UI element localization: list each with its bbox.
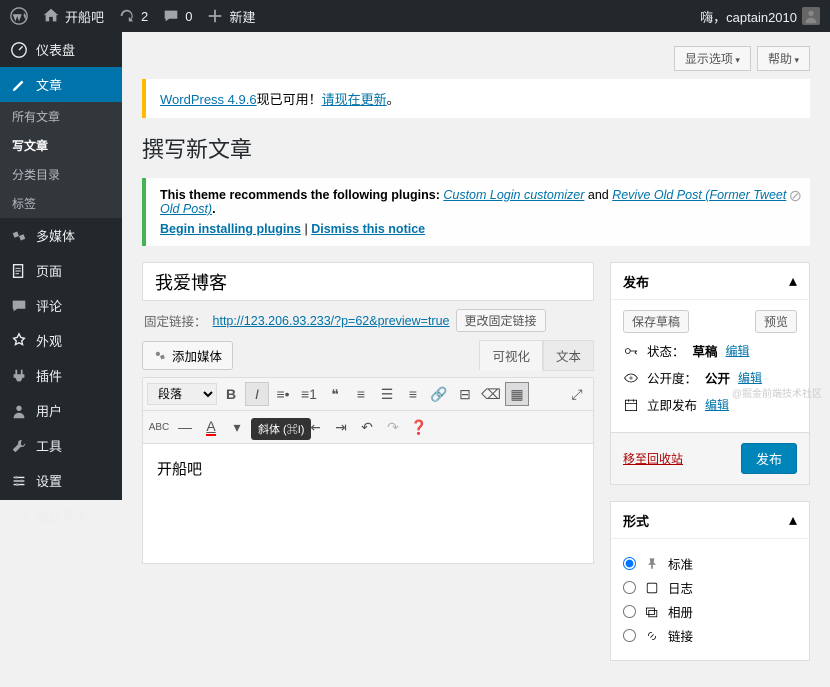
dismiss-notice-link[interactable]: Dismiss this notice: [311, 222, 425, 236]
quote-icon[interactable]: ❝: [323, 382, 347, 406]
menu-plugins[interactable]: 插件: [0, 358, 122, 393]
key-icon: [623, 343, 639, 359]
menu-users[interactable]: 用户: [0, 393, 122, 428]
admin-sidebar: 仪表盘 文章 所有文章 写文章 分类目录 标签 多媒体 页面 评论 外观 插件 …: [0, 32, 122, 500]
watermark: @掘金前端技术社区: [732, 385, 822, 400]
format-aside-radio[interactable]: [623, 581, 636, 594]
number-list-icon[interactable]: ≡1: [297, 382, 321, 406]
menu-pages[interactable]: 页面: [0, 253, 122, 288]
preview-btn[interactable]: 预览: [755, 310, 797, 333]
eye-icon: [623, 370, 639, 386]
menu-media[interactable]: 多媒体: [0, 218, 122, 253]
edit-schedule-link[interactable]: 编辑: [705, 396, 729, 413]
edit-status-link[interactable]: 编辑: [726, 342, 750, 359]
bold-icon[interactable]: B: [219, 382, 243, 406]
menu-comments[interactable]: 评论: [0, 288, 122, 323]
submenu-categories[interactable]: 分类目录: [0, 160, 122, 189]
submenu-all-posts[interactable]: 所有文章: [0, 102, 122, 131]
publish-box: 发布▴ 保存草稿 预览 状态： 草稿 编辑 公开度： 公开 编辑 立即发布 编辑…: [610, 262, 810, 485]
help-btn[interactable]: 帮助: [757, 46, 810, 71]
link-icon[interactable]: 🔗: [427, 382, 451, 406]
new-label: 新建: [229, 7, 255, 26]
pin-icon: [644, 556, 660, 572]
gallery-icon: [644, 604, 660, 620]
clear-format-icon[interactable]: ⌫: [479, 382, 503, 406]
strike-icon[interactable]: ABC: [147, 415, 171, 439]
indent-icon[interactable]: ⇥: [329, 415, 353, 439]
publish-btn[interactable]: 发布: [741, 443, 797, 474]
italic-tooltip: 斜体 (⌘I): [251, 418, 311, 440]
page-title: 撰写新文章: [142, 132, 810, 164]
posts-submenu: 所有文章 写文章 分类目录 标签: [0, 102, 122, 218]
post-title-input[interactable]: [142, 262, 594, 301]
begin-install-link[interactable]: Begin installing plugins: [160, 222, 301, 236]
chevron-up-icon: ▴: [789, 510, 797, 530]
wp-version-link[interactable]: WordPress 4.9.6: [160, 92, 257, 107]
help-icon[interactable]: ❓: [407, 415, 431, 439]
edit-visibility-link[interactable]: 编辑: [738, 369, 762, 386]
menu-collapse[interactable]: 收起菜单: [0, 498, 122, 533]
comments-count: 0: [185, 9, 192, 24]
submenu-tags[interactable]: 标签: [0, 189, 122, 218]
format-standard-radio[interactable]: [623, 557, 636, 570]
more-icon[interactable]: ⊟: [453, 382, 477, 406]
wordpress-logo[interactable]: [10, 7, 28, 25]
textcolor-picker-icon[interactable]: ▾: [225, 415, 249, 439]
format-box-toggle[interactable]: 形式▴: [611, 502, 809, 539]
fullscreen-icon[interactable]: ⤢: [565, 382, 589, 406]
editor-toolbar: 段落 B I ≡• ≡1 ❝ ≡ ☰ ≡ 🔗 ⊟ ⌫ ▦ ⤢: [142, 377, 594, 411]
bullet-list-icon[interactable]: ≡•: [271, 382, 295, 406]
menu-tools[interactable]: 工具: [0, 428, 122, 463]
edit-permalink-btn[interactable]: 更改固定链接: [456, 309, 546, 332]
dismiss-icon[interactable]: ⊘: [789, 186, 802, 206]
align-center-icon[interactable]: ☰: [375, 382, 399, 406]
textcolor-icon[interactable]: A: [199, 415, 223, 439]
permalink-label: 固定链接：: [144, 311, 207, 330]
calendar-icon: [623, 397, 639, 413]
undo-icon[interactable]: ↶: [355, 415, 379, 439]
format-link-radio[interactable]: [623, 629, 636, 642]
align-right-icon[interactable]: ≡: [401, 382, 425, 406]
tab-text[interactable]: 文本: [543, 340, 594, 371]
updates-count: 2: [141, 9, 148, 24]
site-name: 开船吧: [65, 7, 104, 26]
new-content[interactable]: 新建: [206, 7, 255, 26]
chevron-up-icon: ▴: [789, 271, 797, 291]
format-select[interactable]: 段落: [147, 383, 217, 405]
trash-link[interactable]: 移至回收站: [623, 450, 683, 467]
redo-icon[interactable]: ↷: [381, 415, 405, 439]
screen-options-btn[interactable]: 显示选项: [674, 46, 751, 71]
home-link[interactable]: 开船吧: [42, 7, 104, 26]
aside-icon: [644, 580, 660, 596]
publish-box-toggle[interactable]: 发布▴: [611, 263, 809, 300]
format-box: 形式▴ 标准 日志 相册 链接: [610, 501, 810, 661]
update-notice: WordPress 4.9.6现已可用！请现在更新。: [142, 79, 810, 118]
plugin-link-1[interactable]: Custom Login customizer: [443, 188, 584, 202]
update-now-link[interactable]: 请现在更新: [322, 92, 387, 107]
editor-content[interactable]: 斜体 (⌘I) 开船吧: [142, 444, 594, 564]
comments-link[interactable]: 0: [162, 7, 192, 25]
editor-toolbar-2: ABC — A ▾ 📋 Ω ⇤ ⇥ ↶ ↷ ❓: [142, 411, 594, 444]
menu-settings[interactable]: 设置: [0, 463, 122, 498]
menu-dashboard[interactable]: 仪表盘: [0, 32, 122, 67]
user-greeting[interactable]: 嗨，captain2010: [700, 7, 820, 26]
save-draft-btn[interactable]: 保存草稿: [623, 310, 689, 333]
tab-visual[interactable]: 可视化: [479, 340, 543, 371]
align-left-icon[interactable]: ≡: [349, 382, 373, 406]
menu-posts[interactable]: 文章: [0, 67, 122, 102]
menu-appearance[interactable]: 外观: [0, 323, 122, 358]
italic-icon[interactable]: I: [245, 382, 269, 406]
link-format-icon: [644, 628, 660, 644]
plugin-notice: ⊘ This theme recommends the following pl…: [142, 178, 810, 246]
hr-icon[interactable]: —: [173, 415, 197, 439]
submenu-new-post[interactable]: 写文章: [0, 131, 122, 160]
toggle-toolbar-icon[interactable]: ▦: [505, 382, 529, 406]
updates-link[interactable]: 2: [118, 7, 148, 25]
format-gallery-radio[interactable]: [623, 605, 636, 618]
add-media-btn[interactable]: 添加媒体: [142, 341, 233, 370]
permalink-url[interactable]: http://123.206.93.233/?p=62&preview=true: [213, 314, 450, 328]
